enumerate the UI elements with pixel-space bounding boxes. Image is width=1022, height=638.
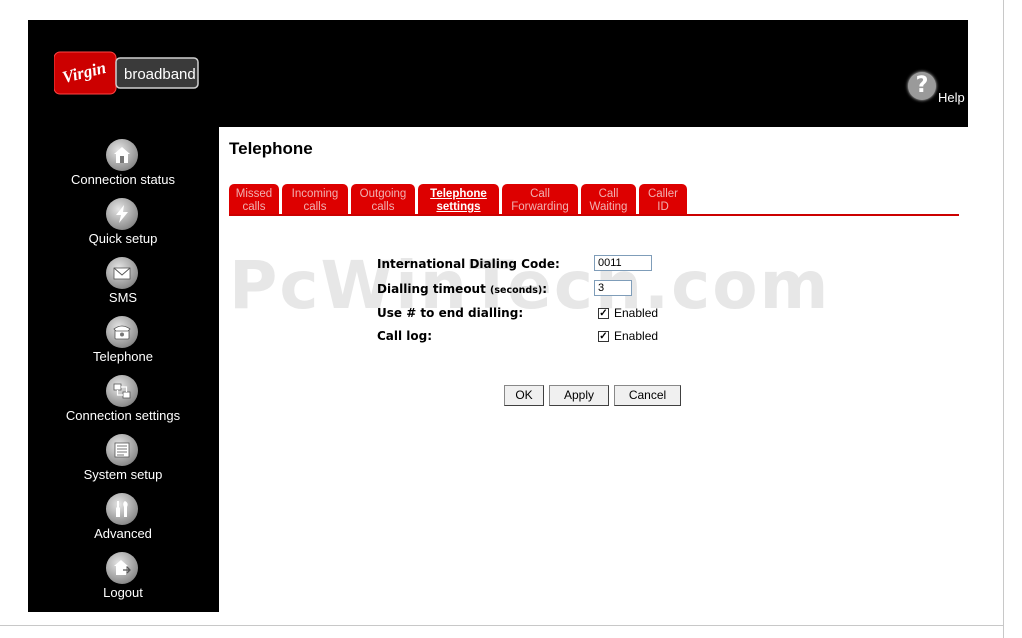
tab-missed-calls[interactable]: Missed calls [229, 184, 279, 215]
telephone-icon [106, 316, 138, 348]
tools-icon [106, 493, 138, 525]
window-bottom-edge [0, 625, 1004, 626]
sidebar-item-label: Telephone [93, 349, 153, 364]
sidebar-item-label: Advanced [94, 526, 152, 541]
sidebar-item-label: System setup [83, 467, 163, 482]
logout-house-icon [106, 552, 138, 584]
cancel-button[interactable]: Cancel [614, 385, 681, 406]
timeout-input[interactable] [594, 280, 632, 296]
tab-strip: Missed calls Incoming calls Outgoing cal… [229, 184, 959, 215]
tab-label-line1: Caller [647, 188, 679, 200]
timeout-label-text: Dialling timeout [377, 282, 486, 296]
envelope-icon [106, 257, 138, 289]
sidebar-item-label: Quick setup [88, 231, 158, 246]
tab-label-line2: Waiting [589, 201, 628, 213]
tab-label-line2: calls [371, 201, 395, 213]
sidebar-nav: Connection status Quick setup SMS Teleph… [28, 127, 218, 612]
tab-label-line1: Call [530, 188, 550, 200]
tab-label-line2: Forwarding [511, 201, 569, 213]
sidebar-item-label: Connection settings [65, 408, 181, 423]
sidebar-item-system-setup[interactable]: System setup [28, 434, 218, 490]
sidebar-item-logout[interactable]: Logout [28, 552, 218, 608]
house-icon [106, 139, 138, 171]
tab-incoming-calls[interactable]: Incoming calls [282, 184, 348, 215]
tab-outgoing-calls[interactable]: Outgoing calls [351, 184, 415, 215]
document-icon [106, 434, 138, 466]
help-label: Help [938, 90, 965, 105]
sidebar-item-label: Connection status [70, 172, 176, 187]
ok-button[interactable]: OK [504, 385, 544, 406]
page-title: Telephone [229, 139, 313, 158]
sidebar-item-telephone[interactable]: Telephone [28, 316, 218, 372]
intl-code-label: International Dialing Code: [377, 257, 560, 271]
tab-call-waiting[interactable]: Call Waiting [581, 184, 636, 215]
sidebar-item-label: SMS [108, 290, 138, 305]
sidebar-item-label: Logout [103, 585, 143, 600]
tab-label-line2: ID [657, 201, 669, 213]
timeout-colon: : [542, 282, 548, 296]
sidebar-item-sms[interactable]: SMS [28, 257, 218, 313]
tab-telephone-settings[interactable]: Telephone settings [418, 184, 499, 215]
tab-label-line1: Call [598, 188, 619, 200]
timeout-unit: (seconds) [490, 285, 543, 296]
router-admin-frame: Virgin broadband ? Help Connection statu… [28, 20, 968, 612]
hash-enabled-label: Enabled [614, 306, 659, 320]
tab-label-line1: Missed [235, 188, 273, 200]
calllog-enabled-checkbox[interactable]: ✓ [598, 331, 609, 342]
intl-code-input[interactable] [594, 255, 652, 271]
virgin-broadband-logo: Virgin broadband [53, 48, 202, 100]
help-icon: ? [908, 72, 936, 100]
tab-label-line2: calls [242, 201, 266, 213]
tab-divider [229, 214, 959, 216]
tab-label-line1: Incoming [291, 188, 339, 200]
window-scrollbar[interactable] [1003, 0, 1022, 638]
tab-label-line1: Telephone [430, 188, 487, 200]
tab-call-forwarding[interactable]: Call Forwarding [502, 184, 578, 215]
tab-label-line1: Outgoing [359, 188, 407, 200]
sidebar-item-advanced[interactable]: Advanced [28, 493, 218, 549]
sidebar-item-connection-settings[interactable]: Connection settings [28, 375, 218, 431]
sidebar-item-connection-status[interactable]: Connection status [28, 139, 218, 195]
apply-button[interactable]: Apply [549, 385, 609, 406]
help-link[interactable]: ? Help [908, 72, 968, 112]
calllog-label: Call log: [377, 329, 433, 343]
hash-enabled-checkbox[interactable]: ✓ [598, 308, 609, 319]
logo-broadband-text: broadband [124, 66, 196, 83]
tab-label-line2: settings [436, 201, 481, 213]
hash-label: Use # to end dialling: [377, 306, 524, 320]
timeout-label: Dialling timeout (seconds): [377, 282, 547, 296]
tab-caller-id[interactable]: Caller ID [639, 184, 687, 215]
tab-label-line2: calls [303, 201, 327, 213]
calllog-enabled-label: Enabled [614, 329, 659, 343]
main-content: PcWinTech.com Telephone Missed calls Inc… [219, 127, 968, 612]
sidebar-item-quick-setup[interactable]: Quick setup [28, 198, 218, 254]
header-bar: Virgin broadband ? Help [28, 20, 968, 127]
network-icon [106, 375, 138, 407]
lightning-icon [106, 198, 138, 230]
